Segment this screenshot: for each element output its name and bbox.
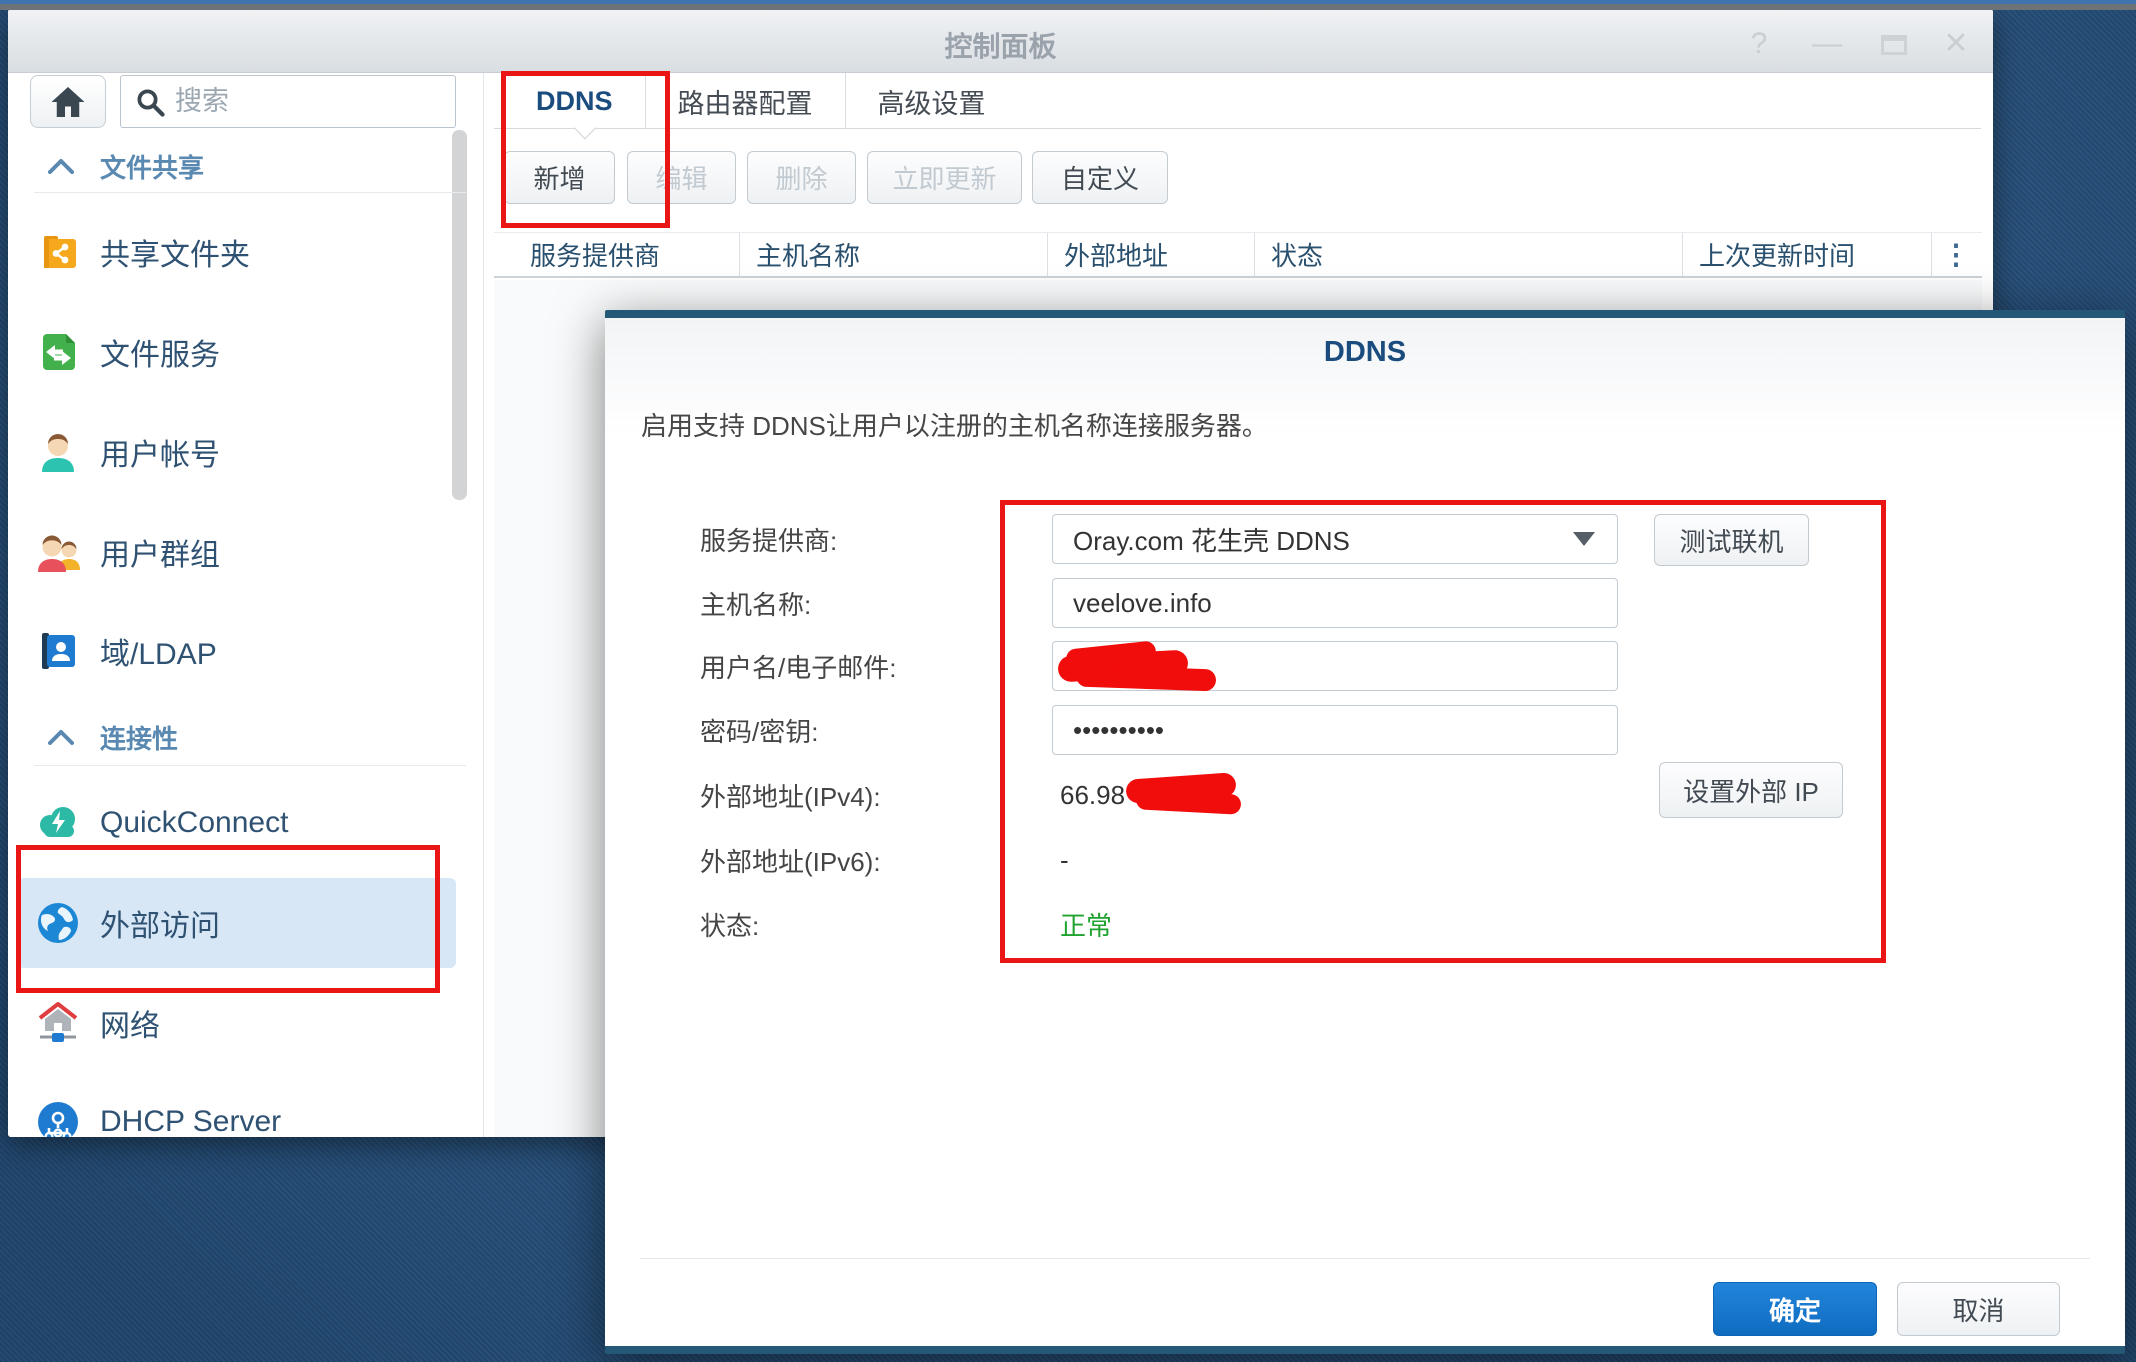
shared-folder-icon (36, 230, 80, 274)
table-header: 服务提供商 主机名称 外部地址 状态 上次更新时间 ⋮ (494, 232, 1982, 278)
sidebar-item-label: DHCP Server (100, 1105, 282, 1137)
sidebar-item-external-access[interactable]: 外部访问 (18, 878, 456, 968)
column-header-hostname[interactable]: 主机名称 (740, 233, 1048, 276)
dialog-title: DDNS (1323, 336, 1407, 368)
tab-border (494, 128, 1981, 129)
password-field[interactable] (1052, 705, 1618, 755)
sidebar-item-network[interactable]: 网络 (18, 991, 456, 1055)
ipv4-value: 66.98 (1060, 779, 1126, 810)
test-connection-button[interactable]: 测试联机 (1654, 514, 1809, 566)
sidebar-item-label: 域/LDAP (100, 638, 217, 671)
hostname-field[interactable] (1052, 578, 1618, 628)
column-menu-icon[interactable]: ⋮ (1932, 233, 1980, 276)
file-services-icon (36, 330, 80, 374)
sidebar-item-label: QuickConnect (100, 806, 289, 839)
dhcp-server-icon (36, 1100, 80, 1137)
chevron-up-icon (48, 729, 74, 745)
ipv4-label: 外部地址(IPv4): (700, 781, 881, 812)
username-label: 用户名/电子邮件: (700, 652, 897, 683)
section-divider (34, 765, 466, 766)
status-value: 正常 (1060, 910, 1113, 941)
chevron-up-icon (48, 158, 74, 174)
ok-button[interactable]: 确定 (1713, 1282, 1877, 1336)
user-account-icon (36, 430, 80, 474)
home-button[interactable] (30, 75, 106, 128)
column-header-provider[interactable]: 服务提供商 (494, 233, 740, 276)
user-group-icon (36, 530, 80, 574)
sidebar-item-label: 外部访问 (100, 910, 220, 943)
sidebar-item-dhcp-server[interactable]: DHCP Server (18, 1090, 456, 1137)
quickconnect-icon (36, 801, 80, 845)
home-icon (50, 85, 86, 119)
tab-advanced-settings[interactable]: 高级设置 (846, 73, 1018, 129)
search-box (120, 75, 456, 128)
ddns-dialog: DDNS 启用支持 DDNS让用户以注册的主机名称连接服务器。 服务提供商: O… (605, 310, 2125, 1354)
password-label: 密码/密钥: (700, 716, 819, 747)
sidebar-item-label: 共享文件夹 (100, 239, 250, 272)
sidebar-item-quickconnect[interactable]: QuickConnect (18, 791, 456, 855)
sidebar: 文件共享 共享文件夹 文件服务 用户帐号 用户群组 (8, 73, 484, 1137)
footer-separator (640, 1258, 2090, 1259)
tab-ddns[interactable]: DDNS (504, 73, 646, 129)
hostname-input[interactable] (1073, 587, 1590, 619)
cancel-button[interactable]: 取消 (1897, 1282, 2060, 1336)
maximize-button[interactable] (1881, 35, 1907, 55)
set-external-ip-button[interactable]: 设置外部 IP (1659, 762, 1843, 818)
sidebar-item-user-group[interactable]: 用户群组 (18, 520, 456, 584)
minimize-button[interactable]: — (1807, 27, 1847, 61)
close-button[interactable]: ✕ (1936, 27, 1976, 61)
add-button[interactable]: 新增 (504, 151, 615, 204)
provider-label: 服务提供商: (700, 525, 838, 556)
help-button[interactable]: ? (1739, 27, 1779, 61)
titlebar[interactable]: 控制面板 ? — ✕ (8, 9, 1993, 73)
sidebar-item-label: 文件服务 (100, 339, 220, 372)
password-input[interactable] (1073, 714, 1590, 746)
provider-value: Oray.com 花生壳 DDNS (1073, 525, 1350, 556)
section-divider (34, 192, 466, 193)
domain-ldap-icon (36, 629, 80, 673)
section-label: 连接性 (100, 723, 179, 754)
provider-select[interactable]: Oray.com 花生壳 DDNS (1052, 514, 1618, 564)
section-label: 文件共享 (100, 152, 205, 183)
update-now-button[interactable]: 立即更新 (867, 151, 1022, 204)
edit-button[interactable]: 编辑 (627, 151, 736, 204)
column-header-external-address[interactable]: 外部地址 (1048, 233, 1255, 276)
sidebar-item-file-services[interactable]: 文件服务 (18, 320, 456, 384)
username-field[interactable] (1052, 641, 1618, 691)
sidebar-section-file-sharing[interactable]: 文件共享 (8, 148, 468, 184)
sidebar-item-domain-ldap[interactable]: 域/LDAP (18, 619, 456, 683)
customize-button[interactable]: 自定义 (1032, 151, 1168, 204)
delete-button[interactable]: 删除 (747, 151, 856, 204)
network-icon (36, 1001, 80, 1045)
sidebar-item-shared-folder[interactable]: 共享文件夹 (18, 220, 456, 284)
dropdown-caret-icon (1573, 532, 1595, 546)
ipv6-label: 外部地址(IPv6): (700, 846, 881, 877)
hostname-label: 主机名称: (700, 589, 812, 620)
status-label: 状态: (700, 910, 760, 941)
dialog-description: 启用支持 DDNS让用户以注册的主机名称连接服务器。 (641, 411, 1268, 441)
sidebar-section-connectivity[interactable]: 连接性 (8, 719, 468, 755)
search-icon (135, 87, 165, 117)
column-header-status[interactable]: 状态 (1255, 233, 1683, 276)
sidebar-item-label: 网络 (100, 1010, 160, 1043)
column-header-last-update[interactable]: 上次更新时间 (1683, 233, 1932, 276)
tab-router-config[interactable]: 路由器配置 (646, 73, 846, 129)
search-input[interactable] (175, 86, 425, 117)
desktop-top-gray-strip (0, 4, 2136, 10)
window-title: 控制面板 (944, 31, 1057, 62)
ipv6-value: - (1060, 844, 1069, 875)
sidebar-item-user-account[interactable]: 用户帐号 (18, 420, 456, 484)
external-access-globe-icon (36, 901, 80, 945)
sidebar-item-label: 用户帐号 (100, 439, 220, 472)
sidebar-item-label: 用户群组 (100, 539, 220, 572)
username-input[interactable] (1073, 650, 1590, 682)
